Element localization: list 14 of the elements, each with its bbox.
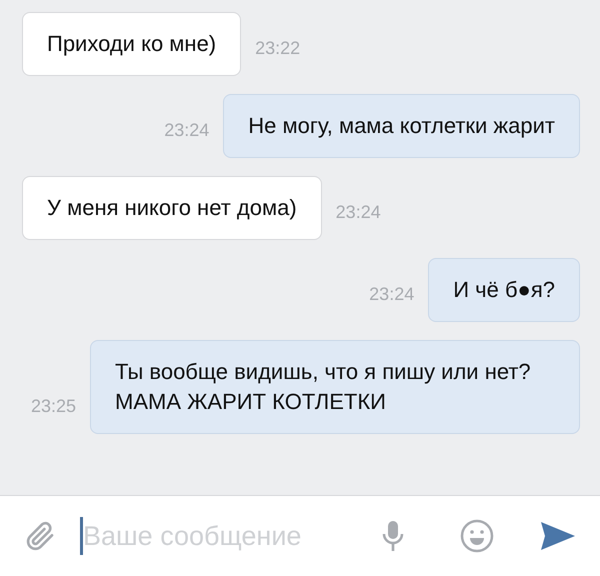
paperclip-icon[interactable]: [24, 519, 56, 553]
message-bubble: Не могу, мама котлетки жарит: [223, 94, 580, 158]
message-time: 23:24: [336, 201, 381, 224]
message-time: 23:24: [369, 283, 414, 306]
message-time: 23:22: [255, 37, 300, 60]
message-bubble: И чё б●я?: [428, 258, 580, 322]
message-time: 23:24: [164, 119, 210, 142]
message-time: 23:25: [30, 395, 76, 418]
smiley-icon[interactable]: [460, 519, 494, 553]
message-bubble: У меня никого нет дома): [22, 176, 322, 240]
microphone-icon[interactable]: [380, 519, 406, 553]
message-bubble: Приходи ко мне): [22, 12, 242, 76]
message-bubble: Ты вообще видишь, что я пишу или нет? МАМА ЖАРИТ КОТЛЕТКИ: [90, 340, 580, 434]
send-icon[interactable]: [540, 521, 576, 551]
